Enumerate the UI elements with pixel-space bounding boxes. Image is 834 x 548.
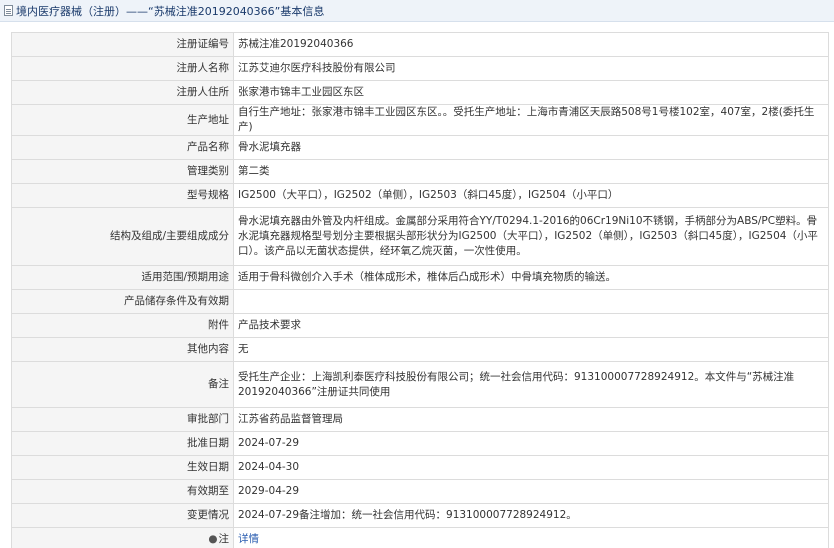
row-label: 产品储存条件及有效期 — [11, 289, 234, 314]
table-row: 注册证编号 苏械注准20192040366 — [11, 32, 829, 57]
bullet-icon: ● — [208, 533, 218, 545]
row-value: IG2500（大平口），IG2502（单侧），IG2503（斜口45度），IG2… — [233, 183, 829, 208]
table-row: 适用范围/预期用途 适用于骨科微创介入手术（椎体成形术，椎体后凸成形术）中骨填充… — [11, 265, 829, 290]
note-label: 注 — [218, 533, 230, 545]
row-value: 2024-07-29 — [233, 431, 829, 456]
row-value: 骨水泥填充器由外管及内杆组成。金属部分采用符合YY/T0294.1-2016的0… — [233, 207, 829, 266]
table-row: 注册人住所 张家港市锦丰工业园区东区 — [11, 80, 829, 105]
page-title: 境内医疗器械（注册）——“苏械注准20192040366”基本信息 — [16, 4, 325, 18]
row-label: 型号规格 — [11, 183, 234, 208]
row-label: 适用范围/预期用途 — [11, 265, 234, 290]
row-label: 生产地址 — [11, 104, 234, 136]
table-row: 产品名称 骨水泥填充器 — [11, 135, 829, 160]
table-row: 管理类别 第二类 — [11, 159, 829, 184]
row-label: 生效日期 — [11, 455, 234, 480]
table-row: 结构及组成/主要组成成分 骨水泥填充器由外管及内杆组成。金属部分采用符合YY/T… — [11, 207, 829, 266]
row-value: 2024-07-29备注增加：统一社会信用代码：9131000077289249… — [233, 503, 829, 528]
row-value: 无 — [233, 337, 829, 362]
table-row: 生效日期 2024-04-30 — [11, 455, 829, 480]
row-value: 受托生产企业：上海凯利泰医疗科技股份有限公司；统一社会信用代码：91310000… — [233, 361, 829, 408]
row-value: 产品技术要求 — [233, 313, 829, 338]
table-row: 产品储存条件及有效期 — [11, 289, 829, 314]
row-value: 2024-04-30 — [233, 455, 829, 480]
row-label: 附件 — [11, 313, 234, 338]
table-row: 备注 受托生产企业：上海凯利泰医疗科技股份有限公司；统一社会信用代码：91310… — [11, 361, 829, 408]
row-label: 其他内容 — [11, 337, 234, 362]
table-row: 批准日期 2024-07-29 — [11, 431, 829, 456]
row-value: 苏械注准20192040366 — [233, 32, 829, 57]
table-row-note: ●注 详情 — [11, 527, 829, 548]
table-row: 变更情况 2024-07-29备注增加：统一社会信用代码：91310000772… — [11, 503, 829, 528]
page-header: 境内医疗器械（注册）——“苏械注准20192040366”基本信息 — [0, 0, 834, 22]
row-value: 第二类 — [233, 159, 829, 184]
table-row: 生产地址 自行生产地址：张家港市锦丰工业园区东区。。受托生产地址：上海市青浦区天… — [11, 104, 829, 136]
row-label: 有效期至 — [11, 479, 234, 504]
row-value: 江苏艾迪尔医疗科技股份有限公司 — [233, 56, 829, 81]
table-row: 审批部门 江苏省药品监督管理局 — [11, 407, 829, 432]
row-label: 批准日期 — [11, 431, 234, 456]
row-label: 注册人住所 — [11, 80, 234, 105]
row-value: 适用于骨科微创介入手术（椎体成形术，椎体后凸成形术）中骨填充物质的输送。 — [233, 265, 829, 290]
row-label: 管理类别 — [11, 159, 234, 184]
row-label: 变更情况 — [11, 503, 234, 528]
table-row: 有效期至 2029-04-29 — [11, 479, 829, 504]
note-label-cell: ●注 — [11, 527, 234, 548]
row-value: 张家港市锦丰工业园区东区 — [233, 80, 829, 105]
details-link[interactable]: 详情 — [238, 533, 259, 545]
row-value: 江苏省药品监督管理局 — [233, 407, 829, 432]
row-label: 产品名称 — [11, 135, 234, 160]
table-row: 附件 产品技术要求 — [11, 313, 829, 338]
row-label: 结构及组成/主要组成成分 — [11, 207, 234, 266]
row-label: 审批部门 — [11, 407, 234, 432]
table-row: 注册人名称 江苏艾迪尔医疗科技股份有限公司 — [11, 56, 829, 81]
row-value: 骨水泥填充器 — [233, 135, 829, 160]
row-value — [233, 289, 829, 314]
row-label: 注册证编号 — [11, 32, 234, 57]
row-value: 自行生产地址：张家港市锦丰工业园区东区。。受托生产地址：上海市青浦区天辰路508… — [233, 104, 829, 136]
note-value-cell: 详情 — [233, 527, 829, 548]
document-icon — [4, 5, 13, 16]
row-value: 2029-04-29 — [233, 479, 829, 504]
table-row: 型号规格 IG2500（大平口），IG2502（单侧），IG2503（斜口45度… — [11, 183, 829, 208]
row-label: 备注 — [11, 361, 234, 408]
table-row: 其他内容 无 — [11, 337, 829, 362]
detail-table: 注册证编号 苏械注准20192040366 注册人名称 江苏艾迪尔医疗科技股份有… — [11, 32, 829, 548]
row-label: 注册人名称 — [11, 56, 234, 81]
